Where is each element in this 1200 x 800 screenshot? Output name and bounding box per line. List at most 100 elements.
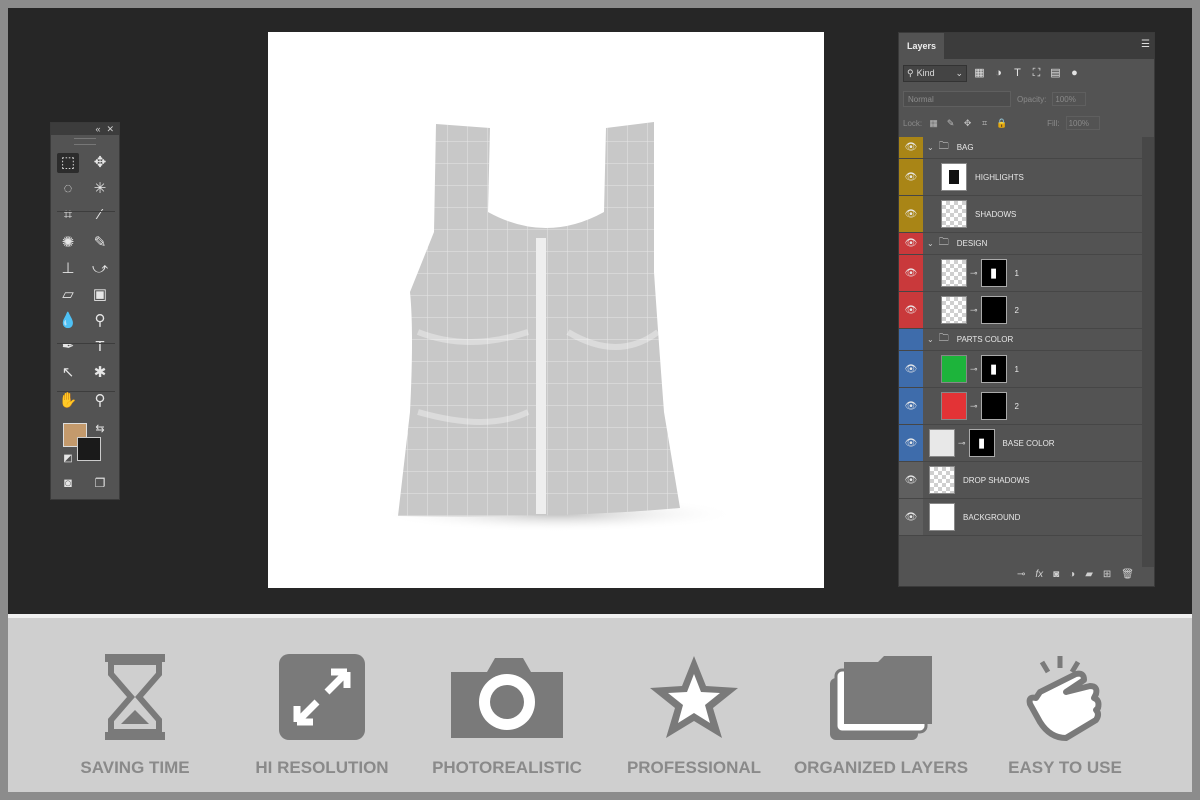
link-layers-icon[interactable]: ⊸ <box>1017 569 1025 580</box>
custom-shape-icon[interactable]: ✱ <box>89 363 111 383</box>
link-icon[interactable]: ⊸ <box>970 305 978 316</box>
fill-label: Fill: <box>1047 118 1060 128</box>
layer-row[interactable]: 👁 ⊸ ▮ 1 <box>899 351 1142 388</box>
layer-mask-thumbnail[interactable]: ▮ <box>980 355 1007 383</box>
eyedropper-icon[interactable]: ⁄ <box>89 205 111 225</box>
lock-label: Lock: <box>903 118 923 128</box>
layer-name: 1 <box>1014 268 1019 278</box>
default-colors-icon[interactable]: ◩ <box>57 449 79 469</box>
blend-row: Normal Opacity: 100% <box>899 87 1154 111</box>
lock-position-icon[interactable]: ✥ <box>962 118 973 129</box>
path-selection-icon[interactable]: ↖ <box>57 363 79 383</box>
pen-icon[interactable]: ✒ <box>57 337 79 357</box>
opacity-input[interactable]: 100% <box>1052 92 1087 106</box>
filter-shape-icon[interactable]: ⛶ <box>1030 67 1043 80</box>
lock-transparent-icon[interactable]: ▦ <box>928 118 939 129</box>
blur-icon[interactable]: 💧 <box>57 311 79 331</box>
move-icon[interactable]: ✥ <box>89 153 111 173</box>
visibility-eye-icon[interactable]: 👁 <box>899 351 923 387</box>
visibility-eye-icon[interactable]: 👁 <box>899 255 923 291</box>
history-brush-icon[interactable]: ⤻ <box>89 259 111 279</box>
divider <box>8 614 1192 618</box>
layers-tab-bar: Layers ☰ <box>899 33 1154 59</box>
folder-icon: 🗀 <box>938 237 949 248</box>
lasso-icon[interactable]: ◌ <box>57 179 79 199</box>
lock-all-icon[interactable]: 🔒 <box>996 118 1007 129</box>
filter-toggle-icon[interactable]: ● <box>1068 67 1081 80</box>
gradient-icon[interactable]: ▣ <box>89 285 111 305</box>
filter-kind-select[interactable]: ⚲ Kind ⌄ <box>903 64 967 82</box>
visibility-eye-icon[interactable]: 👁 <box>899 292 923 328</box>
filter-adjustment-icon[interactable]: ◑ <box>992 67 1005 80</box>
layer-group-row[interactable]: 👁 ⌄ 🗀 BAG <box>899 137 1142 159</box>
layer-row[interactable]: 👁 ⊸ 2 <box>899 388 1142 425</box>
screen-mode-icon[interactable]: ❐ <box>89 473 111 493</box>
chevron-down-icon[interactable]: ⌄ <box>927 239 934 248</box>
hand-icon[interactable]: ✋ <box>57 391 79 411</box>
delete-layer-icon[interactable]: 🗑 <box>1121 569 1134 580</box>
layer-row[interactable]: 👁 HIGHLIGHTS <box>899 159 1142 196</box>
type-icon[interactable]: T <box>89 337 111 357</box>
clone-stamp-icon[interactable]: ⊥ <box>57 259 79 279</box>
fill-input[interactable]: 100% <box>1065 116 1100 130</box>
lock-artboard-icon[interactable]: ⌗ <box>979 118 990 129</box>
blend-mode-select[interactable]: Normal <box>903 91 1011 107</box>
crop-icon[interactable]: ⌗ <box>57 205 79 225</box>
visibility-eye-icon[interactable]: 👁 <box>899 233 923 254</box>
layer-mask-thumbnail[interactable] <box>980 296 1007 324</box>
close-icon[interactable]: ✕ <box>106 124 114 135</box>
collapse-icon[interactable]: « <box>95 124 100 134</box>
new-layer-icon[interactable]: ⊞ <box>1103 569 1111 580</box>
visibility-eye-icon[interactable]: 👁 <box>899 499 923 535</box>
filter-type-icon[interactable]: T <box>1011 67 1024 80</box>
panel-grip[interactable] <box>74 138 96 145</box>
magic-wand-icon[interactable]: ✳ <box>89 179 111 199</box>
layer-row[interactable]: 👁 DROP SHADOWS <box>899 462 1142 499</box>
panel-menu-icon[interactable]: ☰ <box>1141 39 1150 50</box>
background-color-swatch[interactable] <box>77 437 101 461</box>
eraser-icon[interactable]: ▱ <box>57 285 79 305</box>
chevron-down-icon[interactable]: ⌄ <box>927 335 934 344</box>
filter-pixel-icon[interactable]: ▦ <box>973 67 986 80</box>
visibility-eye-icon[interactable]: 👁 <box>899 388 923 424</box>
chevron-down-icon[interactable]: ⌄ <box>927 143 934 152</box>
adjustment-layer-icon[interactable]: ◑ <box>1069 569 1075 580</box>
layer-group-row[interactable]: 👁 ⌄ 🗀 DESIGN <box>899 233 1142 255</box>
quick-mask-icon[interactable]: ◙ <box>57 473 79 493</box>
tab-layers[interactable]: Layers <box>899 33 945 59</box>
marquee-icon[interactable]: ⬚ <box>57 153 79 173</box>
visibility-eye-icon[interactable] <box>899 329 923 350</box>
layer-style-icon[interactable]: fx <box>1035 569 1043 580</box>
visibility-eye-icon[interactable]: 👁 <box>899 137 923 158</box>
new-group-icon[interactable]: ▰ <box>1085 569 1093 580</box>
visibility-eye-icon[interactable]: 👁 <box>899 425 923 461</box>
link-icon[interactable]: ⊸ <box>970 364 978 375</box>
layers-scrollbar[interactable] <box>1142 137 1154 567</box>
layer-mask-thumbnail[interactable]: ▮ <box>968 429 995 457</box>
link-icon[interactable]: ⊸ <box>970 268 978 279</box>
layer-row[interactable]: 👁 ⊸ ▮ BASE COLOR <box>899 425 1142 462</box>
layer-group-row[interactable]: ⌄ 🗀 PARTS COLOR <box>899 329 1142 351</box>
visibility-eye-icon[interactable]: 👁 <box>899 159 923 195</box>
document-canvas[interactable] <box>268 32 824 588</box>
layer-row[interactable]: 👁 BACKGROUND <box>899 499 1142 536</box>
lock-image-icon[interactable]: ✎ <box>945 118 956 129</box>
healing-brush-icon[interactable]: ✺ <box>57 233 79 253</box>
layer-name: 1 <box>1014 364 1019 374</box>
link-icon[interactable]: ⊸ <box>958 438 966 449</box>
layer-row[interactable]: 👁 ⊸ 2 <box>899 292 1142 329</box>
visibility-eye-icon[interactable]: 👁 <box>899 462 923 498</box>
layer-name: BACKGROUND <box>963 512 1021 522</box>
layer-row[interactable]: 👁 ⊸ ▮ 1 <box>899 255 1142 292</box>
layer-row[interactable]: 👁 SHADOWS <box>899 196 1142 233</box>
brush-icon[interactable]: ✎ <box>89 233 111 253</box>
filter-smart-object-icon[interactable]: ▤ <box>1049 67 1062 80</box>
zoom-icon[interactable]: ⚲ <box>89 391 111 411</box>
layer-mask-thumbnail[interactable]: ▮ <box>980 259 1007 287</box>
dodge-icon[interactable]: ⚲ <box>89 311 111 331</box>
visibility-eye-icon[interactable]: 👁 <box>899 196 923 232</box>
add-mask-icon[interactable]: ◙ <box>1053 569 1059 580</box>
swap-colors-icon[interactable]: ⇆ <box>89 419 111 439</box>
layer-mask-thumbnail[interactable] <box>980 392 1007 420</box>
link-icon[interactable]: ⊸ <box>970 401 978 412</box>
